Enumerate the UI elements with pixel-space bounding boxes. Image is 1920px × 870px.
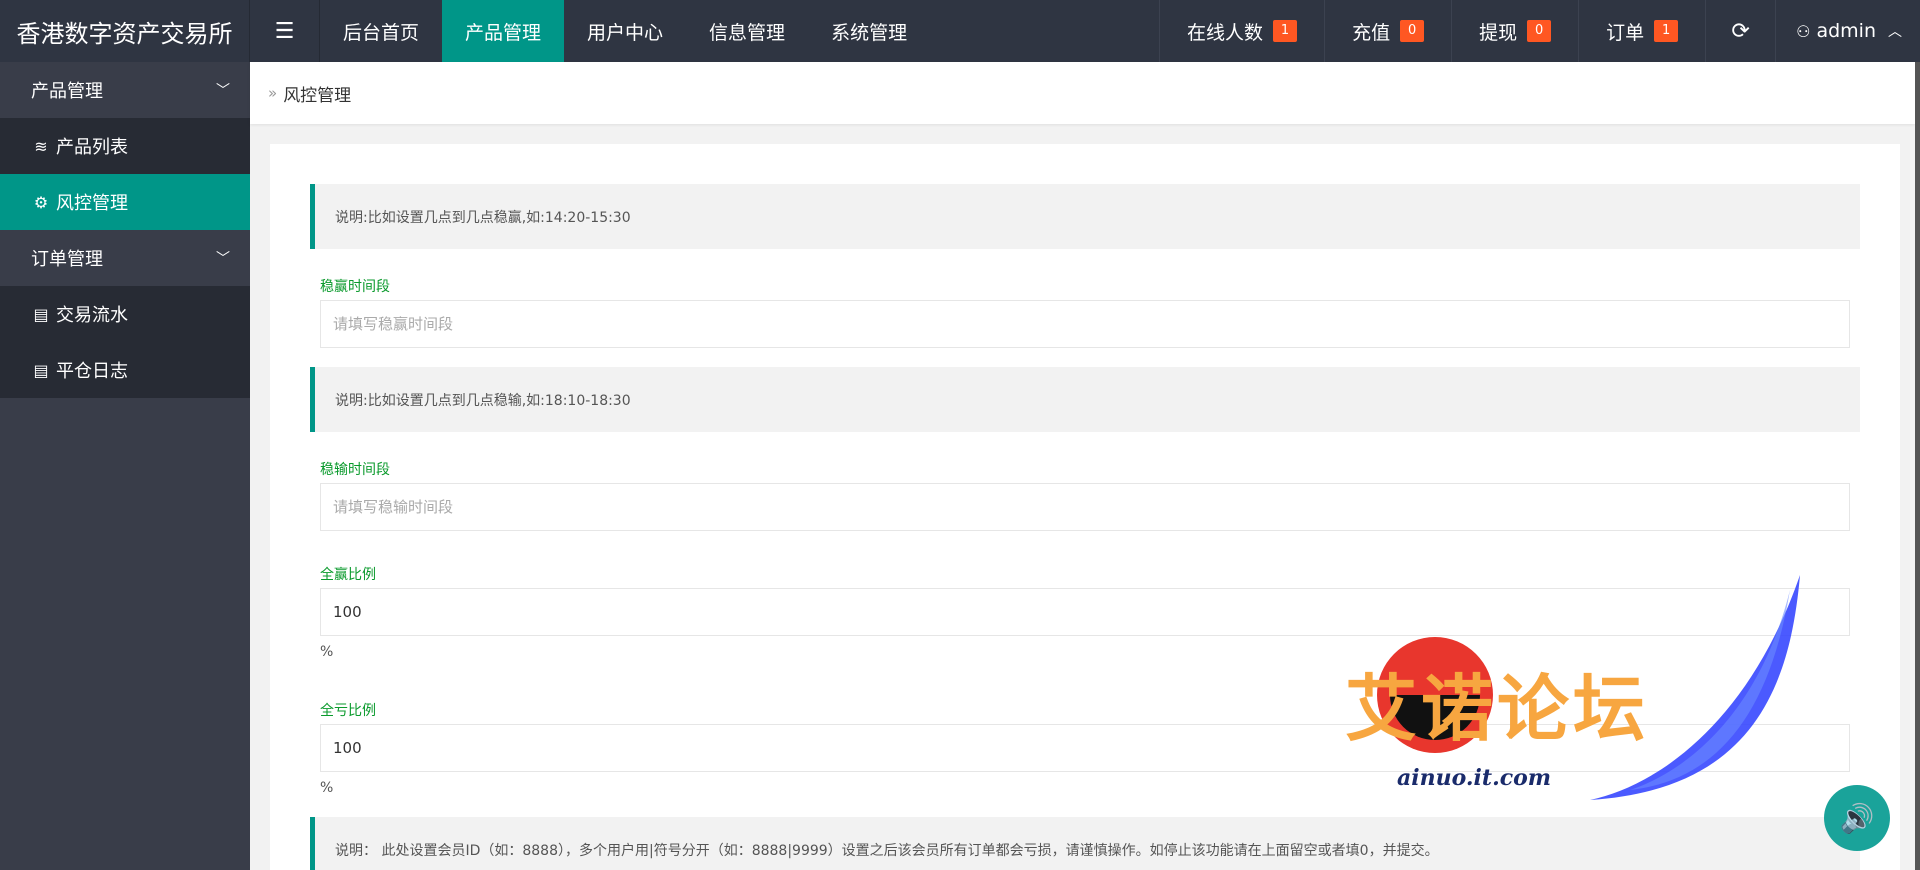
gear-icon: ⚙: [33, 192, 49, 212]
username: admin: [1816, 20, 1876, 42]
sidebar-item-label: 产品列表: [56, 137, 128, 158]
menu-toggle-icon[interactable]: ☰: [250, 0, 320, 62]
all-win-unit: %: [320, 644, 334, 660]
chevron-down-icon: ﹀: [216, 83, 230, 99]
clipboard-icon: ▤: [33, 304, 49, 324]
nav-home[interactable]: 后台首页: [320, 0, 442, 62]
sidebar-item-close-log[interactable]: ▤ 平仓日志: [0, 342, 250, 398]
refresh-icon[interactable]: ⟳: [1705, 0, 1775, 62]
stat-orders-label: 订单: [1606, 21, 1645, 44]
stat-online-label: 在线人数: [1187, 21, 1264, 44]
all-loss-ratio-label: 全亏比例: [320, 703, 376, 719]
chevron-up-icon: ︿: [1888, 24, 1902, 40]
nav-user-center[interactable]: 用户中心: [564, 0, 686, 62]
header-right: 在线人数 1 充值 0 提现 0 订单 1 ⟳ ⚇ admin ︿: [1159, 0, 1920, 62]
sidebar-group-product[interactable]: 产品管理 ﹀: [0, 62, 250, 118]
stat-orders[interactable]: 订单 1: [1578, 0, 1705, 62]
layers-icon: ≋: [34, 136, 48, 156]
form-card: 说明:比如设置几点到几点稳赢,如:14:20-15:30 稳赢时间段 说明:比如…: [270, 144, 1900, 870]
all-loss-unit: %: [320, 780, 334, 796]
sidebar-group-orders[interactable]: 订单管理 ﹀: [0, 230, 250, 286]
watermark-site: ainuo.it.com: [1397, 765, 1552, 791]
win-period-input[interactable]: [320, 300, 1850, 348]
nav-info-management[interactable]: 信息管理: [686, 0, 808, 62]
sidebar-group-label: 订单管理: [31, 249, 103, 270]
double-chevron-right-icon: »: [268, 84, 278, 102]
site-logo[interactable]: 香港数字资产交易所: [0, 0, 250, 62]
watermark-title: 艾诺论坛: [1345, 667, 1650, 751]
sidebar-item-risk-control[interactable]: ⚙ 风控管理: [0, 174, 250, 230]
nav-product-management[interactable]: 产品管理: [442, 0, 565, 62]
stat-recharge-label: 充值: [1352, 21, 1391, 44]
sidebar-item-trade-flow[interactable]: ▤ 交易流水: [0, 286, 250, 342]
stat-withdraw-badge: 0: [1527, 20, 1552, 42]
breadcrumb-current: 风控管理: [283, 85, 352, 106]
sidebar: 产品管理 ﹀ ≋ 产品列表 ⚙ 风控管理 订单管理 ﹀ ▤ 交易流水 ▤ 平仓日…: [0, 62, 250, 870]
chevron-down-icon: ﹀: [216, 251, 230, 267]
lose-period-input[interactable]: [320, 483, 1850, 531]
stat-recharge[interactable]: 充值 0: [1324, 0, 1451, 62]
main-content: » 风控管理 说明:比如设置几点到几点稳赢,如:14:20-15:30 稳赢时间…: [250, 62, 1915, 870]
all-win-ratio-label: 全赢比例: [320, 567, 376, 583]
win-period-label: 稳赢时间段: [320, 279, 390, 295]
stat-online[interactable]: 在线人数 1: [1159, 0, 1324, 62]
user-menu[interactable]: ⚇ admin ︿: [1775, 0, 1920, 62]
sidebar-group-label: 产品管理: [31, 81, 103, 102]
sidebar-item-label: 平仓日志: [56, 361, 128, 382]
breadcrumb: » 风控管理: [250, 62, 1915, 124]
nav-system-management[interactable]: 系统管理: [808, 0, 930, 62]
stat-orders-badge: 1: [1654, 20, 1679, 42]
sidebar-item-label: 风控管理: [56, 193, 128, 214]
user-icon: ⚇: [1796, 21, 1811, 41]
sidebar-item-label: 交易流水: [56, 305, 128, 326]
stat-online-badge: 1: [1273, 20, 1298, 42]
sidebar-item-product-list[interactable]: ≋ 产品列表: [0, 118, 250, 174]
stat-recharge-badge: 0: [1400, 20, 1425, 42]
note-lose: 说明:比如设置几点到几点稳输,如:18:10-18:30: [310, 367, 1860, 432]
lose-period-label: 稳输时间段: [320, 462, 390, 478]
stat-withdraw-label: 提现: [1479, 21, 1518, 44]
stat-withdraw[interactable]: 提现 0: [1451, 0, 1578, 62]
note-win: 说明:比如设置几点到几点稳赢,如:14:20-15:30: [310, 184, 1860, 249]
note-member-loss: 说明： 此处设置会员ID（如：8888），多个用户用|符号分开（如：8888|9…: [310, 817, 1860, 870]
page-scrollbar[interactable]: [1915, 62, 1920, 870]
speaker-icon[interactable]: 🔊: [1824, 785, 1890, 851]
clipboard-icon: ▤: [33, 360, 49, 380]
all-win-ratio-input[interactable]: [320, 588, 1850, 636]
top-header: 香港数字资产交易所 ☰ 后台首页 产品管理 用户中心 信息管理 系统管理 在线人…: [0, 0, 1920, 62]
